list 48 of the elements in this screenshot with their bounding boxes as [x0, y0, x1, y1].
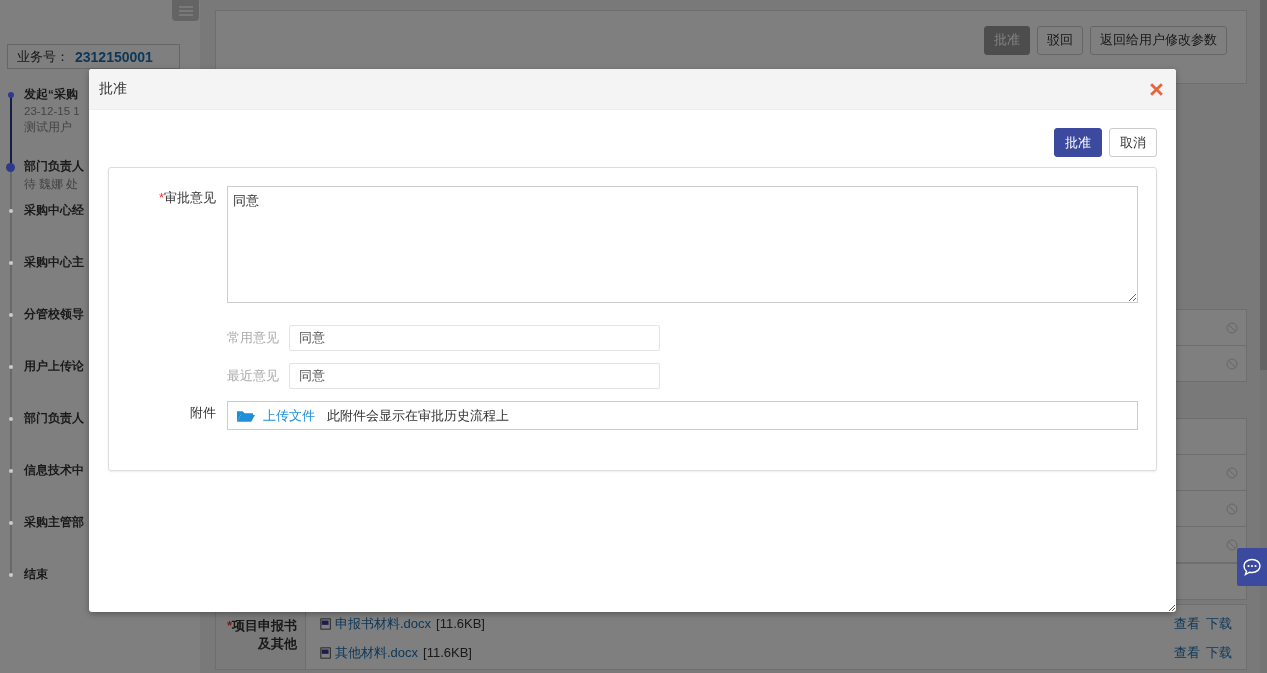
step-title: 采购中心经	[24, 203, 84, 218]
chat-bubble-button[interactable]	[1237, 548, 1267, 586]
field-label: 附件	[189, 404, 217, 422]
step-title: 分管校领导	[24, 307, 84, 322]
toolbar-button[interactable]: 返回给用户修改参数	[1090, 25, 1227, 55]
upload-file-link[interactable]: 上传文件	[263, 406, 315, 425]
ban-icon	[1226, 357, 1238, 370]
file-link[interactable]: 其他材料.docx	[335, 643, 419, 662]
toolbar-button[interactable]: 驳回	[1037, 25, 1083, 55]
file-size: [11.6KB]	[423, 645, 472, 660]
file-action-link[interactable]: 下载	[1206, 614, 1232, 633]
ban-icon	[1226, 538, 1238, 551]
dialog-button[interactable]: 批准	[1054, 128, 1102, 157]
file-link[interactable]: 申报书材料.docx	[335, 614, 432, 633]
word-document-icon	[320, 617, 332, 630]
dialog-button[interactable]: 取消	[1109, 128, 1157, 157]
business-number: 2312150001	[75, 48, 153, 65]
field-label: *审批意见	[157, 189, 217, 207]
step-title: 采购中心主	[24, 255, 84, 270]
field-label: 最近意见	[227, 367, 280, 385]
field-label: 常用意见	[227, 329, 280, 347]
ban-icon	[1226, 466, 1238, 479]
file-action-link[interactable]: 下载	[1206, 643, 1232, 662]
step-title: 部门负责人	[24, 159, 84, 174]
recent-opinion-field[interactable]: 同意	[289, 363, 660, 389]
word-document-icon	[320, 646, 332, 659]
dialog-title: 批准	[99, 80, 128, 98]
file-action-link[interactable]: 查看	[1174, 614, 1200, 633]
step-title: 结束	[24, 567, 48, 582]
opinion-textarea[interactable]: 同意	[227, 186, 1138, 303]
upload-field[interactable]: 上传文件 此附件会显示在审批历史流程上	[227, 401, 1138, 430]
ban-icon	[1226, 502, 1238, 515]
file-action-link[interactable]: 查看	[1174, 643, 1200, 662]
resize-handle-icon[interactable]	[1169, 605, 1175, 611]
step-title: 采购主管部	[24, 515, 84, 530]
step-title: 发起“采购	[24, 87, 79, 102]
file-size: [11.6KB]	[436, 616, 485, 631]
step-title: 用户上传论	[24, 359, 84, 374]
business-number-label: 业务号：	[17, 47, 69, 66]
step-title: 部门负责人	[24, 411, 84, 426]
close-icon[interactable]	[1149, 81, 1164, 97]
upload-hint: 此附件会显示在审批历史流程上	[327, 406, 509, 425]
step-title: 信息技术中	[24, 463, 84, 478]
common-opinion-field[interactable]: 同意	[289, 325, 660, 351]
step-detail: 23-12-15 1	[24, 105, 80, 117]
ban-icon	[1226, 321, 1238, 334]
folder-icon	[236, 408, 255, 423]
chat-bubble-icon	[1242, 558, 1262, 576]
